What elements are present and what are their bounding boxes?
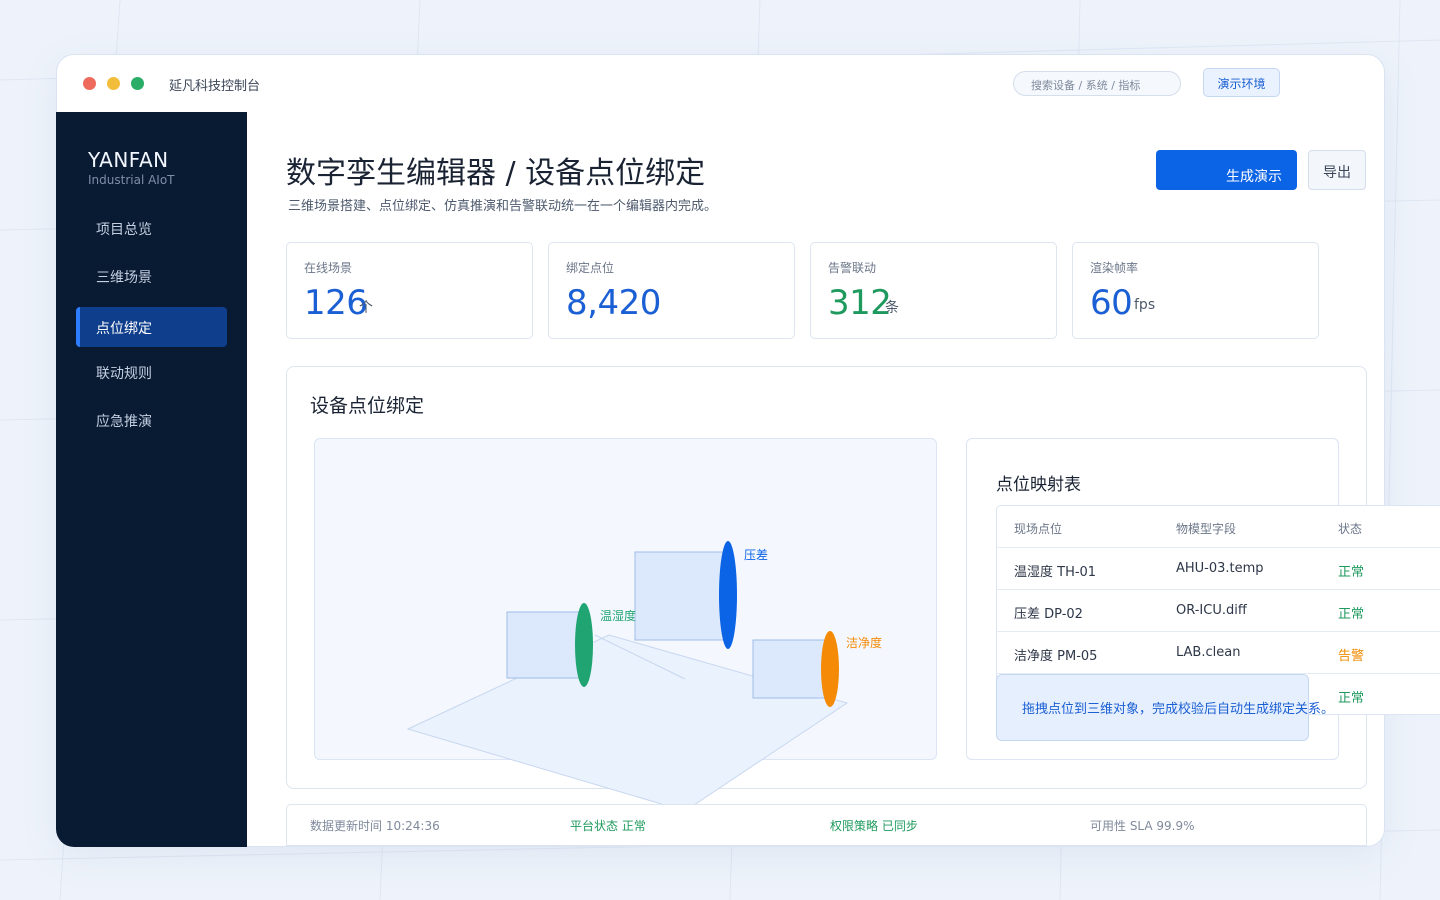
search-input[interactable]: 搜索设备 / 系统 / 指标 — [1013, 71, 1181, 96]
cell-site-point: 温湿度 TH-01 — [1014, 565, 1097, 580]
kpi-card-online-scenes: 在线场景 126 个 — [286, 242, 533, 339]
kpi-label: 告警联动 — [828, 261, 877, 275]
table-row[interactable]: 洁净度 PM-05 LAB.clean 告警 — [997, 632, 1440, 674]
table-row[interactable]: 压差 DP-02 OR-ICU.diff 正常 — [997, 590, 1440, 632]
cell-model-field: OR-ICU.diff — [1176, 603, 1247, 618]
column-header-status: 状态 — [1338, 522, 1363, 536]
kpi-value: 312 — [828, 283, 892, 323]
sidebar-item-point-binding[interactable]: 点位绑定 — [76, 307, 227, 347]
page-subtitle: 三维场景搭建、点位绑定、仿真推演和告警联动统一在一个编辑器内完成。 — [288, 199, 718, 214]
kpi-label: 在线场景 — [304, 261, 353, 275]
scene-object-pressure-box[interactable] — [634, 551, 728, 641]
status-bar: 数据更新时间 10:24:36 平台状态 正常 权限策略 已同步 可用性 SLA… — [286, 804, 1367, 846]
scene-label-pressure: 压差 — [744, 548, 769, 562]
sidebar-item-linkage-rules[interactable]: 联动规则 — [76, 352, 227, 392]
cell-model-field: AHU-03.temp — [1176, 561, 1264, 576]
kpi-card-render-fps: 渲染帧率 60 fps — [1072, 242, 1319, 339]
kpi-value: 126 — [304, 283, 368, 323]
sidebar: YANFAN Industrial AIoT 项目总览 三维场景 点位绑定 联动… — [56, 112, 247, 847]
brand-subtitle: Industrial AIoT — [88, 173, 175, 187]
3d-scene-viewport[interactable]: 温湿度 压差 洁净度 — [314, 438, 937, 812]
table-header-row: 现场点位 物模型字段 状态 — [997, 506, 1440, 548]
scene-object-cleanliness-box[interactable] — [752, 639, 830, 699]
status-sla: 可用性 SLA 99.9% — [1090, 819, 1195, 833]
cell-status: 正常 — [1338, 691, 1365, 706]
binding-panel-title: 设备点位绑定 — [310, 395, 425, 417]
column-header-model-field: 物模型字段 — [1176, 522, 1237, 536]
kpi-unit: 个 — [359, 300, 373, 316]
sensor-marker-humidity[interactable] — [575, 603, 593, 687]
page-title: 数字孪生编辑器 / 设备点位绑定 — [286, 156, 706, 191]
generate-demo-button[interactable]: 生成演示 — [1156, 150, 1297, 190]
app-title: 延凡科技控制台 — [169, 79, 261, 94]
column-header-site-point: 现场点位 — [1014, 522, 1063, 536]
kpi-label: 绑定点位 — [566, 261, 615, 275]
kpi-card-bound-points: 绑定点位 8,420 — [548, 242, 795, 339]
scene-svg — [406, 541, 849, 812]
environment-badge[interactable]: 演示环境 — [1203, 68, 1280, 97]
drag-hint-text: 拖拽点位到三维对象，完成校验后自动生成绑定关系。 — [1022, 702, 1335, 717]
brand-logo: YANFAN — [88, 148, 169, 172]
kpi-label: 渲染帧率 — [1090, 261, 1139, 275]
scene-label-cleanliness: 洁净度 — [846, 636, 883, 650]
sidebar-item-overview[interactable]: 项目总览 — [76, 208, 227, 248]
mapping-panel-title: 点位映射表 — [996, 475, 1081, 495]
status-platform: 平台状态 正常 — [570, 819, 646, 833]
kpi-unit: 条 — [885, 300, 899, 316]
maximize-window-button[interactable] — [131, 77, 144, 90]
minimize-window-button[interactable] — [107, 77, 120, 90]
kpi-card-alarm-linkage: 告警联动 312 条 — [810, 242, 1057, 339]
kpi-value: 60 — [1090, 283, 1133, 323]
status-permission-policy: 权限策略 已同步 — [830, 819, 918, 833]
cell-site-point: 洁净度 PM-05 — [1014, 649, 1098, 664]
kpi-unit: fps — [1134, 297, 1156, 313]
scene-label-humidity: 温湿度 — [600, 609, 637, 623]
sidebar-item-3d-scene[interactable]: 三维场景 — [76, 256, 227, 296]
cell-status: 正常 — [1338, 565, 1365, 580]
sidebar-item-emergency-drill[interactable]: 应急推演 — [76, 400, 227, 440]
close-window-button[interactable] — [83, 77, 96, 90]
sensor-marker-cleanliness[interactable] — [821, 631, 839, 707]
sensor-marker-pressure[interactable] — [719, 541, 737, 649]
cell-status: 正常 — [1338, 607, 1365, 622]
cell-model-field: LAB.clean — [1176, 645, 1241, 660]
status-update-time: 数据更新时间 10:24:36 — [310, 819, 440, 833]
export-button[interactable]: 导出 — [1308, 150, 1366, 190]
cell-status: 告警 — [1338, 649, 1365, 664]
cell-site-point: 压差 DP-02 — [1014, 607, 1083, 622]
titlebar: 延凡科技控制台 搜索设备 / 系统 / 指标 演示环境 — [57, 55, 1384, 113]
table-row[interactable]: 温湿度 TH-01 AHU-03.temp 正常 — [997, 548, 1440, 590]
scene-object-humidity-box[interactable] — [506, 611, 584, 679]
kpi-value: 8,420 — [566, 283, 661, 323]
